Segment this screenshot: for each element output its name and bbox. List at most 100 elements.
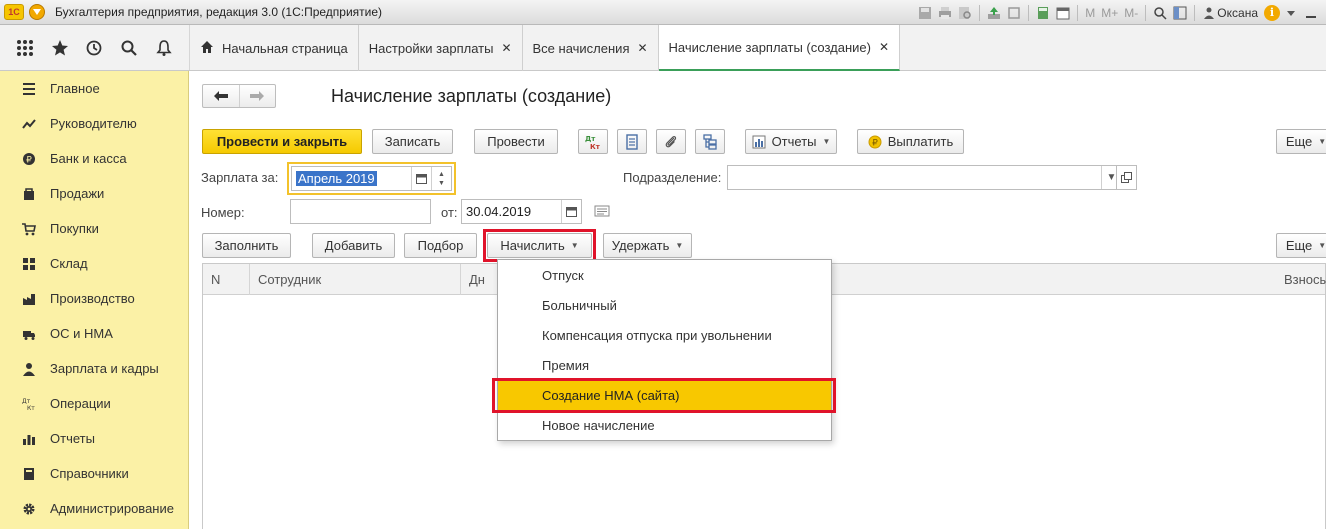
chevron-up-icon[interactable]: ▲	[438, 170, 445, 179]
forward-button[interactable]	[238, 85, 276, 107]
tab-salary-settings[interactable]: Настройки зарплаты ✕	[359, 25, 523, 71]
dt-kt-button[interactable]: Дт Кт	[578, 129, 608, 154]
more-button[interactable]: Еще ▼	[1276, 129, 1326, 154]
sidebar-item-operations[interactable]: Дт Кт Операции	[0, 386, 188, 421]
table-more-button[interactable]: Еще ▼	[1276, 233, 1326, 258]
dropdown-caret-icon: ▼	[822, 137, 831, 146]
sidebar-item-main[interactable]: Главное	[0, 71, 188, 106]
sales-icon	[20, 185, 38, 203]
department-field[interactable]: ▼	[727, 165, 1122, 190]
open-department-button[interactable]	[1116, 165, 1137, 190]
arrow-left-icon	[213, 91, 228, 101]
sidebar-item-references[interactable]: Справочники	[0, 456, 188, 491]
svg-text:Кт: Кт	[590, 143, 601, 150]
cart-icon	[20, 220, 38, 238]
menu-item-bonus[interactable]: Премия	[498, 350, 831, 380]
user-menu[interactable]: Оксана	[1204, 6, 1258, 20]
calculator-icon[interactable]	[1034, 4, 1052, 22]
upload-icon[interactable]	[985, 4, 1003, 22]
print-icon[interactable]	[936, 4, 954, 22]
sidebar-item-purchases[interactable]: Покупки	[0, 211, 188, 246]
sidebar-item-hr[interactable]: Зарплата и кадры	[0, 351, 188, 386]
bell-icon[interactable]	[152, 36, 176, 60]
menu-item-annotation-box	[492, 378, 836, 413]
sidebar-item-label: Главное	[50, 81, 100, 96]
tab-label: Настройки зарплаты	[368, 40, 494, 56]
sidebar-item-label: Руководителю	[50, 116, 137, 131]
sidebar-item-admin[interactable]: Администрирование	[0, 491, 188, 526]
document-list-button[interactable]	[617, 129, 647, 154]
warehouse-icon	[20, 255, 38, 273]
sidebar-item-assets[interactable]: ОС и НМА	[0, 316, 188, 351]
number-field[interactable]	[290, 199, 431, 224]
date-field[interactable]: 30.04.2019	[461, 199, 582, 224]
sidebar-item-reports[interactable]: Отчеты	[0, 421, 188, 456]
withhold-button[interactable]: Удержать ▼	[603, 233, 692, 258]
tab-label: Начисление зарплаты (создание)	[668, 39, 871, 55]
search-icon[interactable]	[117, 36, 141, 60]
memory-button[interactable]: M	[1083, 6, 1097, 20]
close-icon[interactable]: ✕	[501, 41, 511, 55]
memory-minus-button[interactable]: M-	[1122, 6, 1140, 20]
comment-icon[interactable]	[594, 205, 610, 217]
save-icon[interactable]	[916, 4, 934, 22]
user-name: Оксана	[1217, 5, 1258, 20]
zoom-icon[interactable]	[1151, 4, 1169, 22]
title-bar-tools: M M+ M- Оксана i	[916, 0, 1326, 25]
ruble-coin-icon: ₽	[868, 135, 882, 149]
panel-toggle-icon[interactable]	[1171, 4, 1189, 22]
dropdown-caret-icon: ▼	[675, 241, 684, 250]
fill-button[interactable]: Заполнить	[202, 233, 291, 258]
period-field[interactable]: Апрель 2019 ▲ ▼	[291, 166, 452, 191]
column-header-n[interactable]: N	[203, 264, 250, 295]
tab-all-accruals[interactable]: Все начисления ✕	[523, 25, 659, 71]
sidebar-item-warehouse[interactable]: Склад	[0, 246, 188, 281]
close-icon[interactable]: ✕	[637, 41, 647, 55]
menu-item-sick-leave[interactable]: Больничный	[498, 290, 831, 320]
apps-grid-icon[interactable]	[13, 36, 37, 60]
separator	[1145, 4, 1147, 21]
dropdown-caret-icon: ▼	[1318, 241, 1326, 250]
calendar-icon[interactable]	[411, 167, 431, 190]
svg-text:Дт: Дт	[22, 398, 31, 405]
truck-icon	[20, 325, 38, 343]
menu-item-vacation[interactable]: Отпуск	[498, 260, 831, 290]
period-stepper[interactable]: ▲ ▼	[431, 167, 451, 190]
back-button[interactable]	[203, 85, 239, 107]
menu-item-vacation-compensation[interactable]: Компенсация отпуска при увольнении	[498, 320, 831, 350]
save-button[interactable]: Записать	[372, 129, 453, 154]
calendar-icon[interactable]	[561, 200, 581, 223]
history-icon[interactable]	[82, 36, 106, 60]
sidebar-item-production[interactable]: Производство	[0, 281, 188, 316]
link-icon[interactable]	[1005, 4, 1023, 22]
sidebar-item-sales[interactable]: Продажи	[0, 176, 188, 211]
chevron-down-icon[interactable]	[1282, 4, 1300, 22]
tab-payroll-create[interactable]: Начисление зарплаты (создание) ✕	[658, 25, 901, 71]
star-icon[interactable]	[48, 36, 72, 60]
close-icon[interactable]: ✕	[879, 40, 889, 54]
pay-button[interactable]: ₽ Выплатить	[857, 129, 964, 154]
calendar-icon[interactable]	[1054, 4, 1072, 22]
structure-button[interactable]	[695, 129, 725, 154]
pick-button[interactable]: Подбор	[404, 233, 477, 258]
menu-item-new-accrual[interactable]: Новое начисление	[498, 410, 831, 440]
preview-icon[interactable]	[956, 4, 974, 22]
column-header-employee[interactable]: Сотрудник	[250, 264, 461, 295]
column-header-contributions[interactable]: Взносы	[1276, 264, 1326, 295]
sidebar-item-bank[interactable]: ₽ Банк и касса	[0, 141, 188, 176]
sidebar-item-label: ОС и НМА	[50, 326, 113, 341]
main-menu-button[interactable]	[29, 4, 45, 20]
attach-button[interactable]	[656, 129, 686, 154]
minimize-icon[interactable]	[1302, 4, 1320, 22]
separator	[1077, 4, 1079, 21]
add-button[interactable]: Добавить	[312, 233, 395, 258]
tab-home[interactable]: Начальная страница	[190, 25, 359, 71]
post-button[interactable]: Провести	[474, 129, 558, 154]
reports-button[interactable]: Отчеты ▼	[745, 129, 837, 154]
chevron-down-icon[interactable]: ▼	[438, 179, 445, 188]
post-and-close-button[interactable]: Провести и закрыть	[202, 129, 362, 154]
sidebar-item-director[interactable]: Руководителю	[0, 106, 188, 141]
memory-plus-button[interactable]: M+	[1099, 6, 1120, 20]
info-icon[interactable]: i	[1264, 4, 1280, 21]
sidebar: Главное Руководителю ₽ Банк и касса Прод…	[0, 71, 189, 529]
